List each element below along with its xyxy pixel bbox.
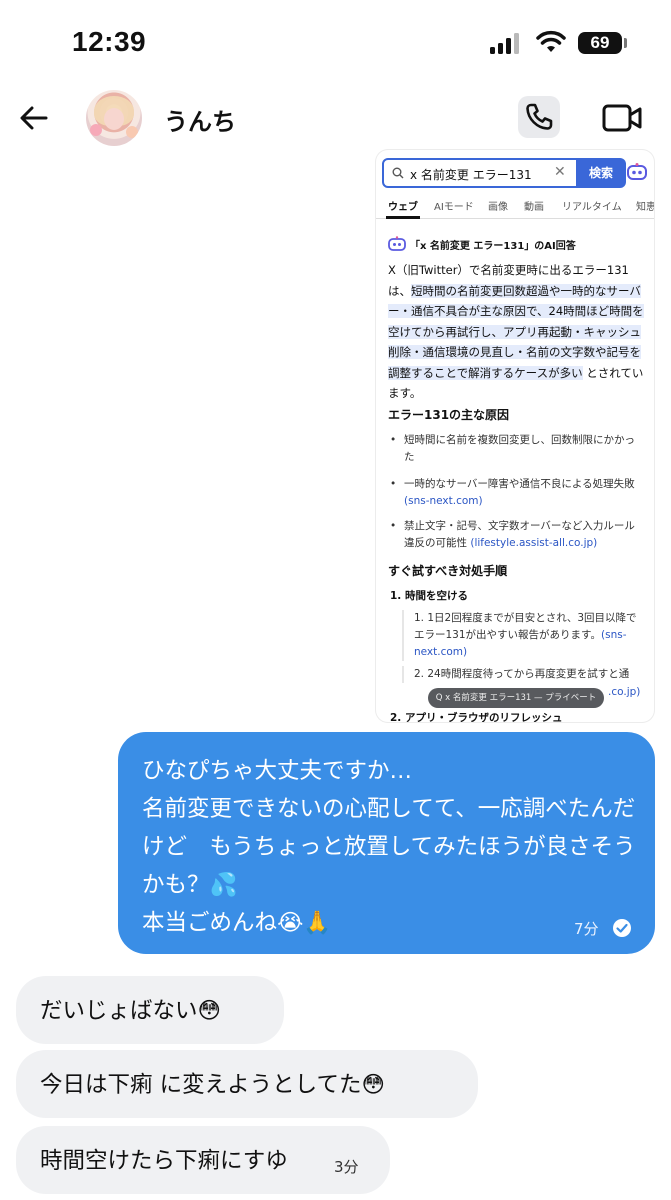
search-query: x 名前変更 エラー131	[410, 168, 532, 182]
message-timestamp: 7分	[574, 920, 599, 938]
tab-realtime: リアルタイム	[562, 202, 622, 213]
message-text: ひなぴちゃ大丈夫ですか… 名前変更できないの心配してて、一応調べたんだけど もう…	[142, 758, 636, 936]
clear-icon: ✕	[554, 164, 566, 180]
battery-tip	[624, 38, 627, 48]
tab-images: 画像	[488, 202, 508, 213]
tab-web: ウェブ	[388, 202, 418, 213]
source-link: (sns-next.com)	[404, 495, 483, 507]
avatar-face	[104, 108, 124, 130]
search-icon	[392, 167, 404, 179]
avatar-flower	[126, 126, 138, 138]
wifi-icon	[536, 30, 566, 52]
phone-icon	[526, 103, 553, 130]
sub-step-item: 2. 24時間程度待ってから再度変更を試すと通	[402, 666, 644, 683]
message-text: 時間空けたら下痢にすゆ	[40, 1148, 288, 1174]
ai-answer-icon	[388, 236, 406, 251]
search-box: x 名前変更 エラー131 ✕ 検索	[382, 158, 626, 188]
sub-step-text: 2. 24時間程度待ってから再度変更を試すと通	[414, 668, 630, 680]
steps-heading: すぐ試すべき対処手順	[388, 564, 508, 578]
private-search-pill: Q x 名前変更 エラー131 — プライベート	[428, 688, 604, 708]
cause-item: • 一時的なサーバー障害や通信不良による処理失敗 (sns-next.com)	[390, 478, 635, 507]
search-tabs: ウェブ AIモード 画像 動画 リアルタイム 知恵	[376, 196, 654, 219]
message-timestamp: 3分	[334, 1158, 359, 1176]
voice-call-button[interactable]	[518, 96, 560, 138]
contact-name[interactable]: うんち	[164, 102, 236, 137]
avatar-flower	[90, 124, 102, 136]
tab-chiebukuro: 知恵	[636, 202, 654, 213]
read-check-icon	[613, 919, 631, 937]
tab-ai-mode: AIモード	[434, 202, 474, 213]
incoming-message-bubble[interactable]: だいじょばない😳	[16, 976, 284, 1044]
cellular-signal-icon	[490, 33, 519, 54]
ai-bot-icon	[627, 163, 647, 180]
tab-videos: 動画	[524, 202, 544, 213]
avatar[interactable]	[86, 90, 142, 146]
active-tab-underline	[386, 216, 420, 219]
video-call-button[interactable]	[600, 98, 644, 138]
cause-text: 短時間に名前を複数回変更し、回数制限にかかった	[404, 434, 635, 463]
source-link: .co.jp)	[608, 686, 641, 698]
battery-indicator: 69	[578, 32, 622, 54]
incoming-message-bubble[interactable]: 今日は下痢 に変えようとしてた😳	[16, 1050, 478, 1118]
message-text: だいじょばない😳	[40, 998, 221, 1024]
incoming-message-bubble[interactable]: 時間空けたら下痢にすゆ 3分	[16, 1126, 390, 1194]
status-time: 12:39	[72, 26, 147, 57]
message-text: 今日は下痢 に変えようとしてた😳	[40, 1072, 385, 1098]
step-item: 1. 時間を空ける	[390, 590, 468, 602]
ai-answer-title: 「x 名前変更 エラー131」のAI回答	[410, 241, 576, 252]
sub-step-item: 1. 1日2回程度までが目安とされ、3回目以降でエラー131が出やすい報告があり…	[402, 610, 644, 661]
outgoing-message-bubble[interactable]: ひなぴちゃ大丈夫ですか… 名前変更できないの心配してて、一応調べたんだけど もう…	[118, 732, 655, 954]
source-link: (lifestyle.assist-all.co.jp)	[470, 537, 598, 549]
back-arrow-icon[interactable]	[18, 102, 50, 134]
cause-item: • 禁止文字・記号、文字数オーバーなど入力ルール違反の可能性 (lifestyle…	[390, 520, 635, 549]
cause-text: 一時的なサーバー障害や通信不良による処理失敗	[404, 478, 635, 490]
ai-answer-paragraph: X（旧Twitter）で名前変更時に出るエラー131は、短時間の名前変更回数超過…	[388, 260, 644, 404]
shared-screenshot[interactable]: x 名前変更 エラー131 ✕ 検索 ウェブ AIモード 画像 動画 リアルタイ…	[376, 150, 654, 722]
search-button: 検索	[576, 158, 626, 188]
step-item: 2. アプリ・ブラウザのリフレッシュ	[390, 712, 563, 722]
cause-item: • 短時間に名前を複数回変更し、回数制限にかかった	[390, 434, 635, 463]
video-camera-icon	[602, 104, 642, 132]
causes-heading: エラー131の主な原因	[388, 408, 510, 422]
